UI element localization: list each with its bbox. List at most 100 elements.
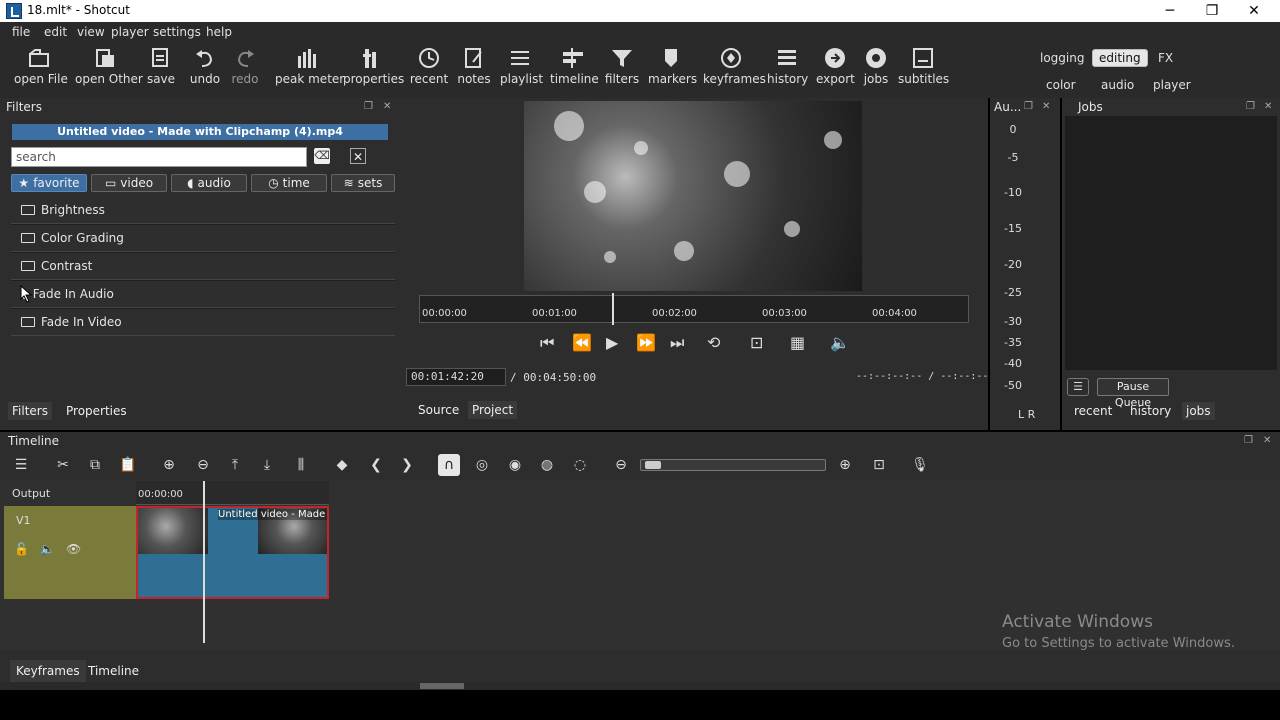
menu-help[interactable]: help: [206, 25, 232, 39]
ripple-markers-icon[interactable]: ◌: [569, 454, 591, 476]
layout-fx-button[interactable]: FX: [1152, 50, 1179, 66]
tab-audio[interactable]: ◖ audio: [171, 174, 247, 192]
next-marker-icon[interactable]: ❯: [396, 454, 418, 476]
notes-button[interactable]: notes: [456, 46, 492, 86]
tab-source[interactable]: Source: [414, 401, 463, 419]
tab-favorite[interactable]: ★ favorite: [11, 174, 87, 192]
list-item[interactable]: Fade In Video: [11, 309, 395, 336]
skip-next-icon[interactable]: ⏭: [670, 333, 684, 353]
float-icon[interactable]: ❐: [1246, 102, 1256, 112]
tab-keyframes[interactable]: Keyframes: [10, 660, 86, 682]
track-header-v1[interactable]: V1 🔓 🔈 👁: [4, 506, 136, 599]
timeline-clip[interactable]: Untitled video - Made w: [136, 506, 329, 599]
list-item[interactable]: Color Grading: [11, 225, 395, 252]
timeline-menu-icon[interactable]: ☰: [10, 454, 32, 476]
layout-audio-button[interactable]: audio: [1095, 77, 1140, 93]
ripple-icon[interactable]: ◉: [504, 454, 526, 476]
skip-previous-icon[interactable]: ⏮: [540, 333, 554, 353]
close-button[interactable]: ✕: [1233, 0, 1275, 22]
menu-view[interactable]: view: [77, 25, 105, 39]
paste-icon[interactable]: 📋: [117, 454, 139, 476]
ripple-all-icon[interactable]: ◍: [536, 454, 558, 476]
history-button[interactable]: history: [767, 46, 808, 86]
overwrite-icon[interactable]: ⤓: [256, 454, 278, 476]
layout-color-button[interactable]: color: [1040, 77, 1082, 93]
zoom-in-icon[interactable]: ⊕: [834, 454, 856, 476]
layout-editing-button[interactable]: editing: [1092, 49, 1148, 67]
tab-filters[interactable]: Filters: [8, 402, 52, 420]
clear-search-icon[interactable]: ⌫: [314, 148, 330, 164]
close-panel-icon[interactable]: ✕: [383, 102, 393, 112]
tab-project[interactable]: Project: [468, 401, 518, 419]
tab-properties[interactable]: Properties: [62, 402, 131, 420]
menu-settings[interactable]: settings: [153, 25, 201, 39]
zoom-toggle-icon[interactable]: ⊡: [750, 333, 763, 352]
playhead[interactable]: [612, 293, 614, 325]
list-item[interactable]: Brightness: [11, 197, 395, 224]
filters-button[interactable]: filters: [604, 46, 640, 86]
grid-icon[interactable]: ▦: [790, 333, 805, 352]
zoom-slider-handle[interactable]: [645, 461, 661, 469]
filter-search-input[interactable]: search: [11, 147, 307, 167]
horizontal-scrollbar[interactable]: [0, 682, 1280, 690]
properties-button[interactable]: properties: [343, 46, 404, 86]
layout-logging-button[interactable]: logging: [1034, 50, 1090, 66]
zoom-out-icon[interactable]: ⊖: [610, 454, 632, 476]
create-marker-icon[interactable]: ◆: [331, 454, 353, 476]
zoom-slider[interactable]: [640, 459, 826, 471]
recent-button[interactable]: recent: [408, 46, 450, 86]
scrub-icon[interactable]: ◎: [471, 454, 493, 476]
tab-video[interactable]: ▭ video: [91, 174, 167, 192]
copy-icon[interactable]: ⧉: [84, 454, 106, 476]
previous-marker-icon[interactable]: ❮: [365, 454, 387, 476]
undo-button[interactable]: undo: [188, 46, 222, 86]
close-filter-search-icon[interactable]: ✕: [350, 148, 366, 164]
append-icon[interactable]: ⊕: [158, 454, 180, 476]
volume-icon[interactable]: 🔈: [830, 333, 850, 352]
snap-icon[interactable]: ∩: [438, 454, 460, 476]
float-icon[interactable]: ❐: [1024, 102, 1034, 112]
cut-icon[interactable]: ✂: [52, 454, 74, 476]
tab-history[interactable]: history: [1126, 402, 1175, 420]
menu-player[interactable]: player: [111, 25, 149, 39]
open-file-button[interactable]: open File: [14, 46, 68, 86]
menu-edit[interactable]: edit: [44, 25, 67, 39]
export-button[interactable]: export: [816, 46, 855, 86]
jobs-menu-icon[interactable]: ☰: [1067, 378, 1089, 396]
playlist-button[interactable]: playlist: [500, 46, 543, 86]
mute-icon[interactable]: 🔈: [40, 542, 55, 556]
player-ruler[interactable]: 00:00:00 00:01:00 00:02:00 00:03:00 00:0…: [419, 295, 969, 323]
subtitles-button[interactable]: subtitles: [898, 46, 949, 86]
timeline-playhead[interactable]: [203, 481, 205, 643]
markers-button[interactable]: markers: [648, 46, 697, 86]
pause-queue-button[interactable]: Pause Queue: [1097, 378, 1169, 409]
tab-time[interactable]: ◷ time: [251, 174, 327, 192]
eye-icon[interactable]: 👁: [66, 542, 81, 556]
record-audio-icon[interactable]: 🎙: [909, 454, 931, 476]
float-icon[interactable]: ❐: [1244, 436, 1254, 446]
zoom-fit-icon[interactable]: ⊡: [868, 454, 890, 476]
jobs-button[interactable]: jobs: [862, 46, 890, 86]
redo-button[interactable]: redo: [230, 46, 260, 86]
layout-player-button[interactable]: player: [1147, 77, 1197, 93]
list-item[interactable]: Contrast: [11, 253, 395, 280]
split-icon[interactable]: ⫼: [290, 454, 312, 476]
rewind-icon[interactable]: ⏪: [572, 333, 592, 352]
peak-meter-button[interactable]: peak meter: [275, 46, 344, 86]
scrollbar-thumb[interactable]: [420, 683, 464, 689]
keyframes-button[interactable]: keyframes: [703, 46, 766, 86]
menu-file[interactable]: file: [12, 25, 30, 39]
fast-forward-icon[interactable]: ⏩: [636, 333, 656, 352]
lock-icon[interactable]: 🔓: [14, 542, 29, 556]
close-panel-icon[interactable]: ✕: [1042, 102, 1052, 112]
list-item[interactable]: ◖Fade In Audio: [11, 281, 395, 308]
ripple-delete-icon[interactable]: ⊖: [192, 454, 214, 476]
close-panel-icon[interactable]: ✕: [1264, 102, 1274, 112]
tab-timeline[interactable]: Timeline: [82, 660, 145, 682]
lift-icon[interactable]: ⤒: [224, 454, 246, 476]
open-other-button[interactable]: open Other: [75, 46, 143, 86]
current-timecode-field[interactable]: 00:01:42:20: [406, 368, 506, 386]
close-panel-icon[interactable]: ✕: [1263, 436, 1273, 446]
tab-recent[interactable]: recent: [1070, 402, 1116, 420]
tab-jobs[interactable]: jobs: [1182, 402, 1215, 420]
